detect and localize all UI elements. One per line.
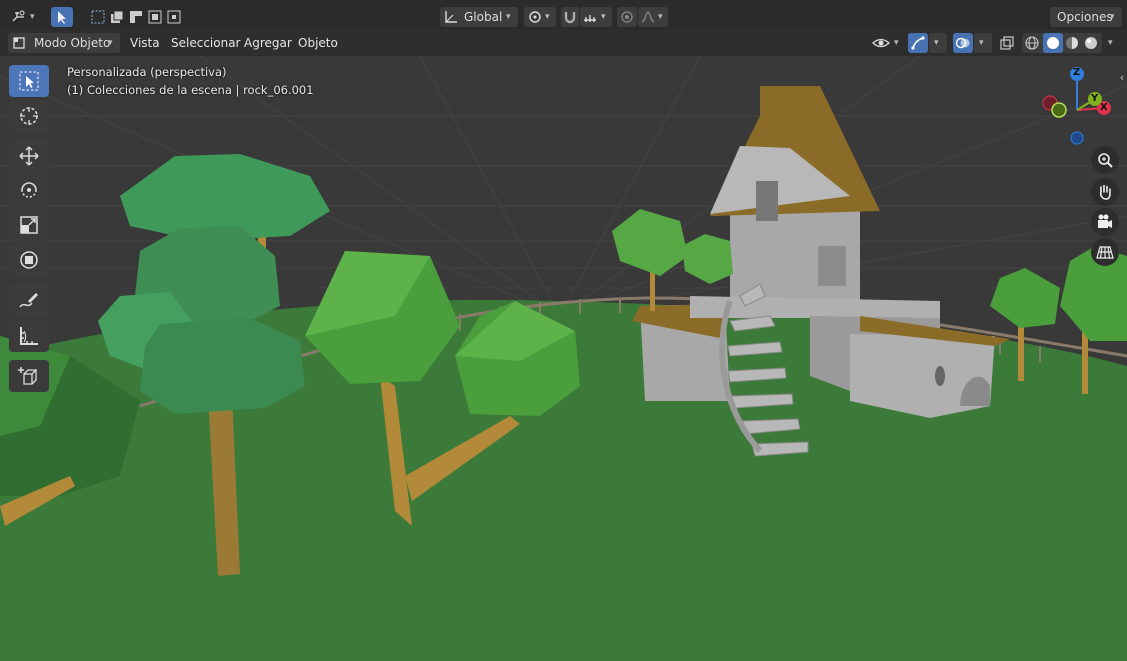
- perspective-toggle-button[interactable]: [1091, 238, 1119, 266]
- move-arrows-icon: [18, 145, 40, 167]
- scale-icon: [18, 214, 40, 236]
- z-axis-label: Z: [1073, 67, 1081, 78]
- menu-objeto[interactable]: Objeto: [292, 33, 344, 53]
- chevron-down-icon: ▾: [108, 38, 113, 48]
- menu-vista[interactable]: Vista: [124, 33, 166, 53]
- show-overlays-button[interactable]: [953, 33, 973, 53]
- select-subtract-icon: [128, 9, 144, 25]
- select-box-mode-button[interactable]: [88, 7, 182, 27]
- transform-icon: [18, 249, 40, 271]
- rendered-shading-icon[interactable]: [1083, 35, 1099, 51]
- overlays-icon: [955, 35, 971, 51]
- tool-scale[interactable]: [9, 209, 49, 241]
- select-new-icon: [90, 9, 106, 25]
- wireframe-shading-icon[interactable]: [1024, 35, 1040, 51]
- proportional-falloff-dropdown[interactable]: ▾: [638, 7, 668, 27]
- grid-perspective-icon: [1096, 243, 1114, 261]
- gizmo-icon: [910, 35, 926, 51]
- top-header-bar: ▾ Global ▾ ▾ ▾ ▾ Opciones ▾: [0, 0, 1127, 34]
- view-name-label: Personalizada (perspectiva): [67, 65, 227, 79]
- chevron-down-icon: ▾: [601, 12, 606, 22]
- collection-info-label: (1) Colecciones de la escena | rock_06.0…: [67, 83, 314, 97]
- pivot-point-icon: [527, 9, 543, 25]
- eye-icon: [872, 35, 890, 51]
- material-preview-icon[interactable]: [1064, 35, 1080, 51]
- tool-measure[interactable]: [9, 320, 49, 352]
- sidebar-toggle-icon[interactable]: ‹: [1117, 70, 1127, 84]
- editor-type-button[interactable]: ▾: [8, 7, 40, 27]
- chevron-down-icon: ▾: [658, 12, 663, 22]
- camera-icon: [1096, 213, 1114, 231]
- mode-label: Modo Objeto: [34, 36, 111, 50]
- chevron-down-icon: ▾: [894, 38, 899, 48]
- 3d-viewport-icon: [11, 9, 27, 25]
- menu-agregar[interactable]: Agregar: [238, 33, 298, 53]
- rotate-icon: [18, 179, 40, 201]
- orientation-axes-icon: [443, 9, 459, 25]
- gizmo-dropdown[interactable]: ▾: [929, 33, 947, 53]
- tool-select-box[interactable]: [9, 65, 49, 97]
- transform-orientation-dropdown[interactable]: Global ▾: [440, 7, 518, 27]
- tool-rotate[interactable]: [9, 174, 49, 206]
- chevron-down-icon: ▾: [934, 38, 939, 48]
- solid-shading-icon[interactable]: [1043, 33, 1063, 53]
- x-axis-label: X: [1100, 102, 1108, 113]
- proportional-editing-button[interactable]: [617, 7, 637, 27]
- chevron-down-icon: ▾: [506, 12, 511, 22]
- xray-toggle-button[interactable]: [997, 33, 1017, 53]
- tool-add-cube[interactable]: [9, 360, 49, 392]
- tool-transform[interactable]: [9, 244, 49, 276]
- pivot-point-dropdown[interactable]: ▾: [524, 7, 556, 27]
- cursor-arrow-icon: [54, 9, 70, 25]
- options-label: Opciones: [1057, 10, 1113, 24]
- falloff-curve-icon: [640, 9, 656, 25]
- tweak-select-tool-button[interactable]: [51, 7, 73, 27]
- y-axis-label: Y: [1091, 93, 1099, 104]
- show-gizmo-button[interactable]: [908, 33, 928, 53]
- snap-target-dropdown[interactable]: ▾: [580, 7, 612, 27]
- hand-pan-icon: [1096, 183, 1114, 201]
- mode-dropdown[interactable]: Modo Objeto ▾: [8, 33, 120, 53]
- overlays-dropdown[interactable]: ▾: [974, 33, 992, 53]
- magnet-icon: [562, 9, 578, 25]
- scene-render: [0, 56, 1127, 661]
- 3d-viewport[interactable]: Personalizada (perspectiva) (1) Coleccio…: [0, 56, 1127, 661]
- tool-annotate[interactable]: [9, 284, 49, 316]
- shading-mode-group: [1022, 33, 1102, 53]
- visibility-dropdown[interactable]: ▾: [870, 33, 904, 53]
- object-mode-icon: [11, 35, 27, 51]
- tool-cursor[interactable]: [9, 100, 49, 132]
- ruler-measure-icon: [18, 325, 40, 347]
- pencil-annotate-icon: [18, 289, 40, 311]
- shading-dropdown[interactable]: ▾: [1104, 33, 1120, 53]
- select-extend-icon: [109, 9, 125, 25]
- select-intersect-icon: [166, 9, 182, 25]
- zoom-magnifier-icon: [1096, 151, 1114, 169]
- snap-toggle-button[interactable]: [561, 7, 579, 27]
- chevron-down-icon: ▾: [30, 12, 35, 22]
- navigation-gizmo[interactable]: Z X Y: [1038, 66, 1118, 146]
- camera-view-button[interactable]: [1091, 208, 1119, 236]
- options-dropdown[interactable]: Opciones ▾: [1050, 7, 1122, 27]
- chevron-down-icon: ▾: [1110, 12, 1115, 22]
- proportional-circle-icon: [619, 9, 635, 25]
- snap-increment-icon: [582, 9, 598, 25]
- tool-move[interactable]: [9, 140, 49, 172]
- pan-button[interactable]: [1091, 178, 1119, 206]
- select-box-icon: [18, 70, 40, 92]
- chevron-down-icon: ▾: [1108, 38, 1113, 48]
- xray-icon: [999, 35, 1015, 51]
- menu-seleccionar[interactable]: Seleccionar: [165, 33, 246, 53]
- chevron-down-icon: ▾: [545, 12, 550, 22]
- 3d-cursor-icon: [18, 105, 40, 127]
- select-invert-icon: [147, 9, 163, 25]
- add-cube-icon: [18, 365, 40, 387]
- orientation-label: Global: [464, 10, 503, 24]
- chevron-down-icon: ▾: [979, 38, 984, 48]
- zoom-button[interactable]: [1091, 146, 1119, 174]
